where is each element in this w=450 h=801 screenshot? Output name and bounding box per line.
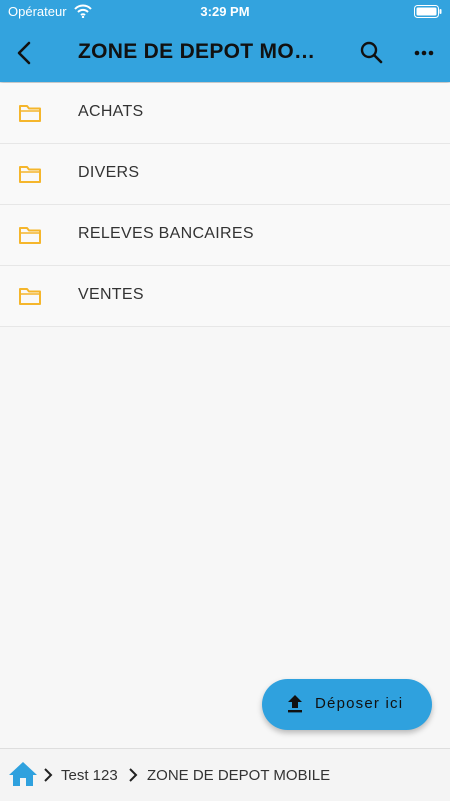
- folder-list: ACHATS DIVERS RELEVES BANCAIRES VENTES: [0, 83, 450, 327]
- folder-icon: [18, 163, 42, 185]
- status-bar: Opérateur 3:29 PM: [0, 0, 450, 24]
- folder-item-divers[interactable]: DIVERS: [0, 144, 450, 205]
- battery-icon: [414, 5, 442, 21]
- back-arrow-icon: [17, 41, 31, 65]
- breadcrumb-item-zone-de-depot-mobile[interactable]: ZONE DE DEPOT MOBILE: [147, 767, 330, 784]
- deposit-here-label: Déposer ici: [315, 695, 404, 712]
- breadcrumb: Test 123 ZONE DE DEPOT MOBILE: [0, 748, 450, 801]
- folder-item-releves-bancaires[interactable]: RELEVES BANCAIRES: [0, 205, 450, 266]
- deposit-here-button[interactable]: Déposer ici: [262, 679, 432, 730]
- folder-item-achats[interactable]: ACHATS: [0, 83, 450, 144]
- breadcrumb-item-test-123[interactable]: Test 123: [61, 767, 118, 784]
- more-options-button[interactable]: [408, 39, 440, 67]
- status-time: 3:29 PM: [200, 4, 250, 19]
- folder-item-ventes[interactable]: VENTES: [0, 266, 450, 327]
- upload-icon: [284, 693, 306, 715]
- folder-label: RELEVES BANCAIRES: [78, 225, 254, 242]
- home-icon[interactable]: [8, 760, 38, 788]
- folder-icon: [18, 285, 42, 307]
- folder-label: DIVERS: [78, 164, 140, 181]
- folder-icon: [18, 102, 42, 124]
- header: Opérateur 3:29 PM ZONE DE DEPOT MOBILE: [0, 0, 450, 82]
- app-bar: ZONE DE DEPOT MOBILE: [0, 24, 450, 82]
- page-title: ZONE DE DEPOT MOBILE: [78, 40, 330, 63]
- search-icon: [360, 41, 383, 64]
- chevron-right-icon: [128, 768, 138, 782]
- folder-label: ACHATS: [78, 103, 144, 120]
- chevron-right-icon: [43, 768, 53, 782]
- search-button[interactable]: [358, 39, 386, 67]
- more-horizontal-icon: [414, 50, 434, 56]
- back-button[interactable]: [10, 38, 40, 68]
- folder-icon: [18, 224, 42, 246]
- folder-label: VENTES: [78, 286, 144, 303]
